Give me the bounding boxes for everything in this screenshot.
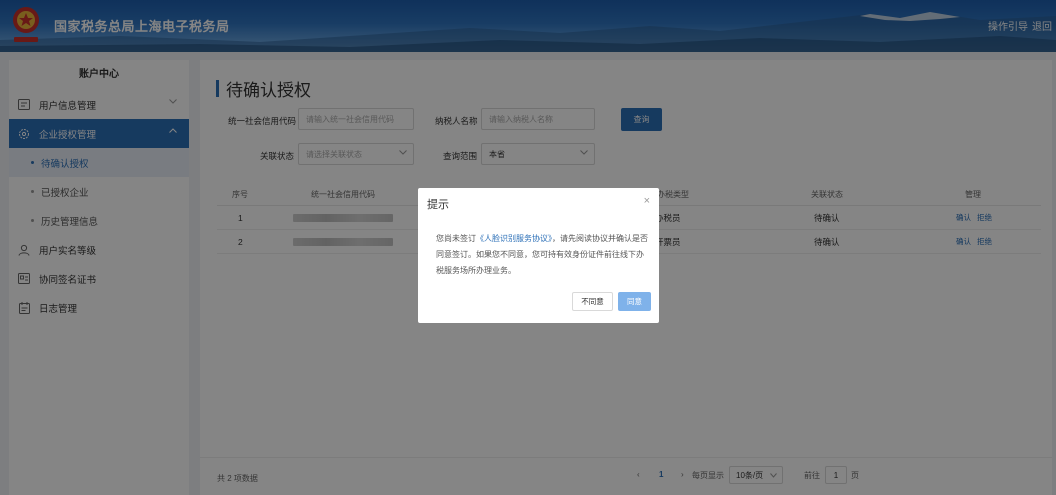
- prompt-dialog: 提示 × 您尚未签订《人脸识别服务协议》，请先阅读协议并确认是否同意签订。如果您…: [418, 188, 659, 323]
- face-recognition-agreement-link[interactable]: 《人脸识别服务协议》: [476, 234, 552, 243]
- close-icon[interactable]: ×: [644, 196, 650, 207]
- agree-button[interactable]: 同意: [618, 292, 651, 311]
- dialog-title: 提示: [427, 199, 449, 211]
- disagree-button[interactable]: 不同意: [572, 292, 613, 311]
- dialog-message: 您尚未签订《人脸识别服务协议》，请先阅读协议并确认是否同意签订。如果您不同意，您…: [436, 234, 648, 275]
